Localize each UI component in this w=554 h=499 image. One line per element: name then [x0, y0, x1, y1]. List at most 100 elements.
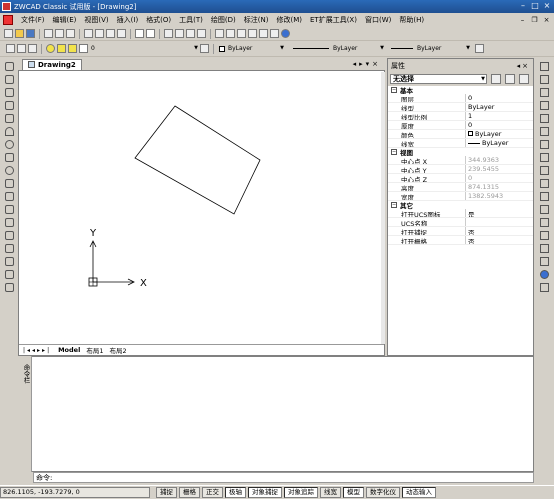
properties-controls[interactable]: ◂× [517, 62, 530, 70]
osnap-toggle[interactable]: 对象捕捉 [248, 487, 282, 498]
drawing-canvas[interactable]: Y X [19, 72, 381, 344]
polygon-icon[interactable] [4, 101, 14, 110]
ellipse-arc-icon[interactable] [4, 179, 14, 188]
zoom-previous-icon[interactable] [197, 29, 206, 38]
close-button[interactable]: × [542, 2, 552, 11]
join-icon[interactable] [539, 231, 549, 240]
quick-select-icon[interactable] [519, 74, 529, 84]
print-preview-icon[interactable] [55, 29, 64, 38]
zoom-window-icon[interactable] [186, 29, 195, 38]
lineweight-combo[interactable]: ByLayer ▼ [389, 43, 471, 54]
property-row[interactable]: 颜色 ByLayer [388, 130, 533, 139]
region-icon[interactable] [4, 257, 14, 266]
polyline-icon[interactable] [4, 88, 14, 97]
menu-dimension[interactable]: 标注(N) [240, 15, 273, 25]
drawing-vertical-scrollbar[interactable] [381, 72, 385, 344]
print-icon[interactable] [44, 29, 53, 38]
menu-draw[interactable]: 绘图(D) [207, 15, 240, 25]
line-icon[interactable] [4, 62, 14, 71]
insert-block-icon[interactable] [4, 192, 14, 201]
doc-minimize-button[interactable]: – [518, 16, 527, 25]
save-icon[interactable] [26, 29, 35, 38]
maximize-button[interactable]: □ [530, 2, 540, 11]
make-current-icon[interactable] [200, 44, 209, 53]
menu-view[interactable]: 视图(V) [80, 15, 112, 25]
lineweight-toggle[interactable]: 线宽 [320, 487, 341, 498]
drawing-tab[interactable]: Drawing2 [22, 58, 82, 70]
plot-style-icon[interactable] [475, 44, 484, 53]
layer-previous-icon[interactable] [17, 44, 26, 53]
arc-icon[interactable] [4, 127, 14, 136]
ortho-toggle[interactable]: 正交 [202, 487, 223, 498]
offset-icon[interactable] [539, 101, 549, 110]
multiline-text-icon[interactable] [4, 283, 14, 292]
minimize-button[interactable]: – [518, 2, 528, 11]
publish-icon[interactable] [66, 29, 75, 38]
move-icon[interactable] [539, 127, 549, 136]
erase-icon[interactable] [539, 62, 549, 71]
coordinate-readout[interactable]: 826.1105, -193.7279, 0 [0, 487, 150, 498]
break-icon[interactable] [539, 218, 549, 227]
document-icon[interactable] [3, 15, 13, 25]
property-group-header[interactable]: − 其它 [388, 201, 533, 210]
property-row[interactable]: UCS名称 [388, 218, 533, 227]
table-icon[interactable] [4, 270, 14, 279]
chamfer-icon[interactable] [539, 244, 549, 253]
circle-icon[interactable] [4, 140, 14, 149]
model-toggle[interactable]: 模型 [343, 487, 364, 498]
layer-combo[interactable]: 0 ▼ [89, 43, 199, 54]
command-window-handle[interactable]: 命令栏 [18, 356, 32, 472]
tablet-toggle[interactable]: 数字化仪 [366, 487, 400, 498]
zoom-realtime-icon[interactable] [175, 29, 184, 38]
select-objects-icon[interactable] [505, 74, 515, 84]
menu-insert[interactable]: 插入(I) [113, 15, 143, 25]
color-combo[interactable]: ByLayer ▼ [217, 43, 285, 54]
sheet-set-icon[interactable] [259, 29, 268, 38]
property-row[interactable]: 打开捕捉 否 [388, 227, 533, 236]
cut-icon[interactable] [84, 29, 93, 38]
design-center-icon[interactable] [226, 29, 235, 38]
construction-line-icon[interactable] [4, 75, 14, 84]
rotated-rectangle[interactable] [134, 105, 261, 215]
redo-icon[interactable] [146, 29, 155, 38]
property-row[interactable]: 打开UCS图标 是 [388, 209, 533, 218]
explode-icon[interactable] [539, 270, 549, 279]
command-history[interactable] [18, 356, 534, 472]
snap-toggle[interactable]: 捕捉 [156, 487, 177, 498]
property-row[interactable]: 中心点 Y 239.5455 [388, 165, 533, 174]
pan-icon[interactable] [164, 29, 173, 38]
spline-icon[interactable] [4, 153, 14, 162]
property-row[interactable]: 中心点 Z 0 [388, 174, 533, 183]
layer-state-icon[interactable] [28, 44, 37, 53]
break-at-point-icon[interactable] [539, 205, 549, 214]
hatch-icon[interactable] [4, 231, 14, 240]
calculator-icon[interactable] [248, 29, 257, 38]
command-line-input[interactable]: 命令: [33, 472, 534, 483]
menu-edit[interactable]: 编辑(E) [49, 15, 81, 25]
property-row[interactable]: 打开栅格 否 [388, 236, 533, 245]
trim-icon[interactable] [539, 179, 549, 188]
menu-window[interactable]: 窗口(W) [361, 15, 395, 25]
dynamic-input-toggle[interactable]: 动态输入 [402, 487, 436, 498]
property-row[interactable]: 线型 ByLayer [388, 103, 533, 112]
otrack-toggle[interactable]: 对象追踪 [284, 487, 318, 498]
menu-format[interactable]: 格式(O) [142, 15, 175, 25]
menu-modify[interactable]: 修改(M) [272, 15, 306, 25]
doc-restore-button[interactable]: ❐ [530, 16, 539, 25]
copy-object-icon[interactable] [539, 75, 549, 84]
tab-model[interactable]: Model [55, 346, 83, 354]
property-row[interactable]: 线型比例 1 [388, 112, 533, 121]
extend-icon[interactable] [539, 192, 549, 201]
make-block-icon[interactable] [4, 205, 14, 214]
undo-icon[interactable] [135, 29, 144, 38]
point-icon[interactable] [4, 218, 14, 227]
properties-palette-icon[interactable] [539, 283, 549, 292]
scale-icon[interactable] [539, 153, 549, 162]
rotate-icon[interactable] [539, 140, 549, 149]
new-icon[interactable] [4, 29, 13, 38]
grid-toggle[interactable]: 栅格 [179, 487, 200, 498]
layout-tab-navigation[interactable]: |◂◂▸▸| [23, 347, 51, 354]
drawing-window-controls[interactable]: ◂▸▾× [353, 60, 381, 68]
help-icon[interactable] [281, 29, 290, 38]
gradient-icon[interactable] [4, 244, 14, 253]
